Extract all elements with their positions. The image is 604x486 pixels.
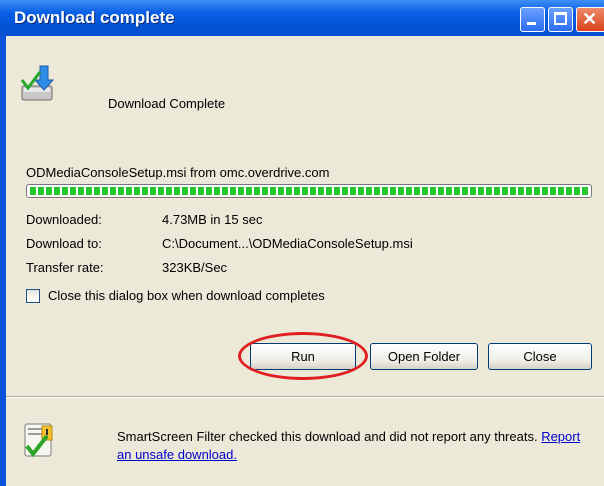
minimize-button[interactable] [520,7,545,32]
maximize-button[interactable] [548,7,573,32]
title-bar[interactable]: Download complete ✕ [0,0,604,36]
smartscreen-message: SmartScreen Filter checked this download… [117,428,587,464]
download-complete-dialog: Download complete ✕ Download Complete OD… [0,0,604,486]
download-source: ODMediaConsoleSetup.msi from omc.overdri… [26,165,330,180]
close-when-done-checkbox[interactable] [26,289,40,303]
close-window-button[interactable]: ✕ [576,7,604,32]
run-highlight-annotation [238,332,368,380]
window-title: Download complete [14,8,175,27]
info-label: Downloaded: [26,212,102,227]
divider [6,396,604,398]
progress-fill [30,187,588,195]
info-value: C:\Document...\ODMediaConsoleSetup.msi [162,236,413,251]
info-label: Transfer rate: [26,260,104,275]
download-complete-icon [20,65,55,101]
smartscreen-text: SmartScreen Filter checked this download… [117,429,538,444]
progress-bar [26,184,592,198]
info-value: 323KB/Sec [162,260,228,275]
close-button[interactable]: Close [488,343,592,370]
smartscreen-shield-icon [24,423,53,458]
close-icon: ✕ [582,9,598,29]
open-folder-button[interactable]: Open Folder [370,343,478,370]
info-label: Download to: [26,236,102,251]
minimize-icon [527,22,536,25]
close-when-done-label[interactable]: Close this dialog box when download comp… [48,288,325,303]
info-value: 4.73MB in 15 sec [162,212,263,227]
download-heading: Download Complete [108,96,226,111]
maximize-icon [554,12,567,25]
